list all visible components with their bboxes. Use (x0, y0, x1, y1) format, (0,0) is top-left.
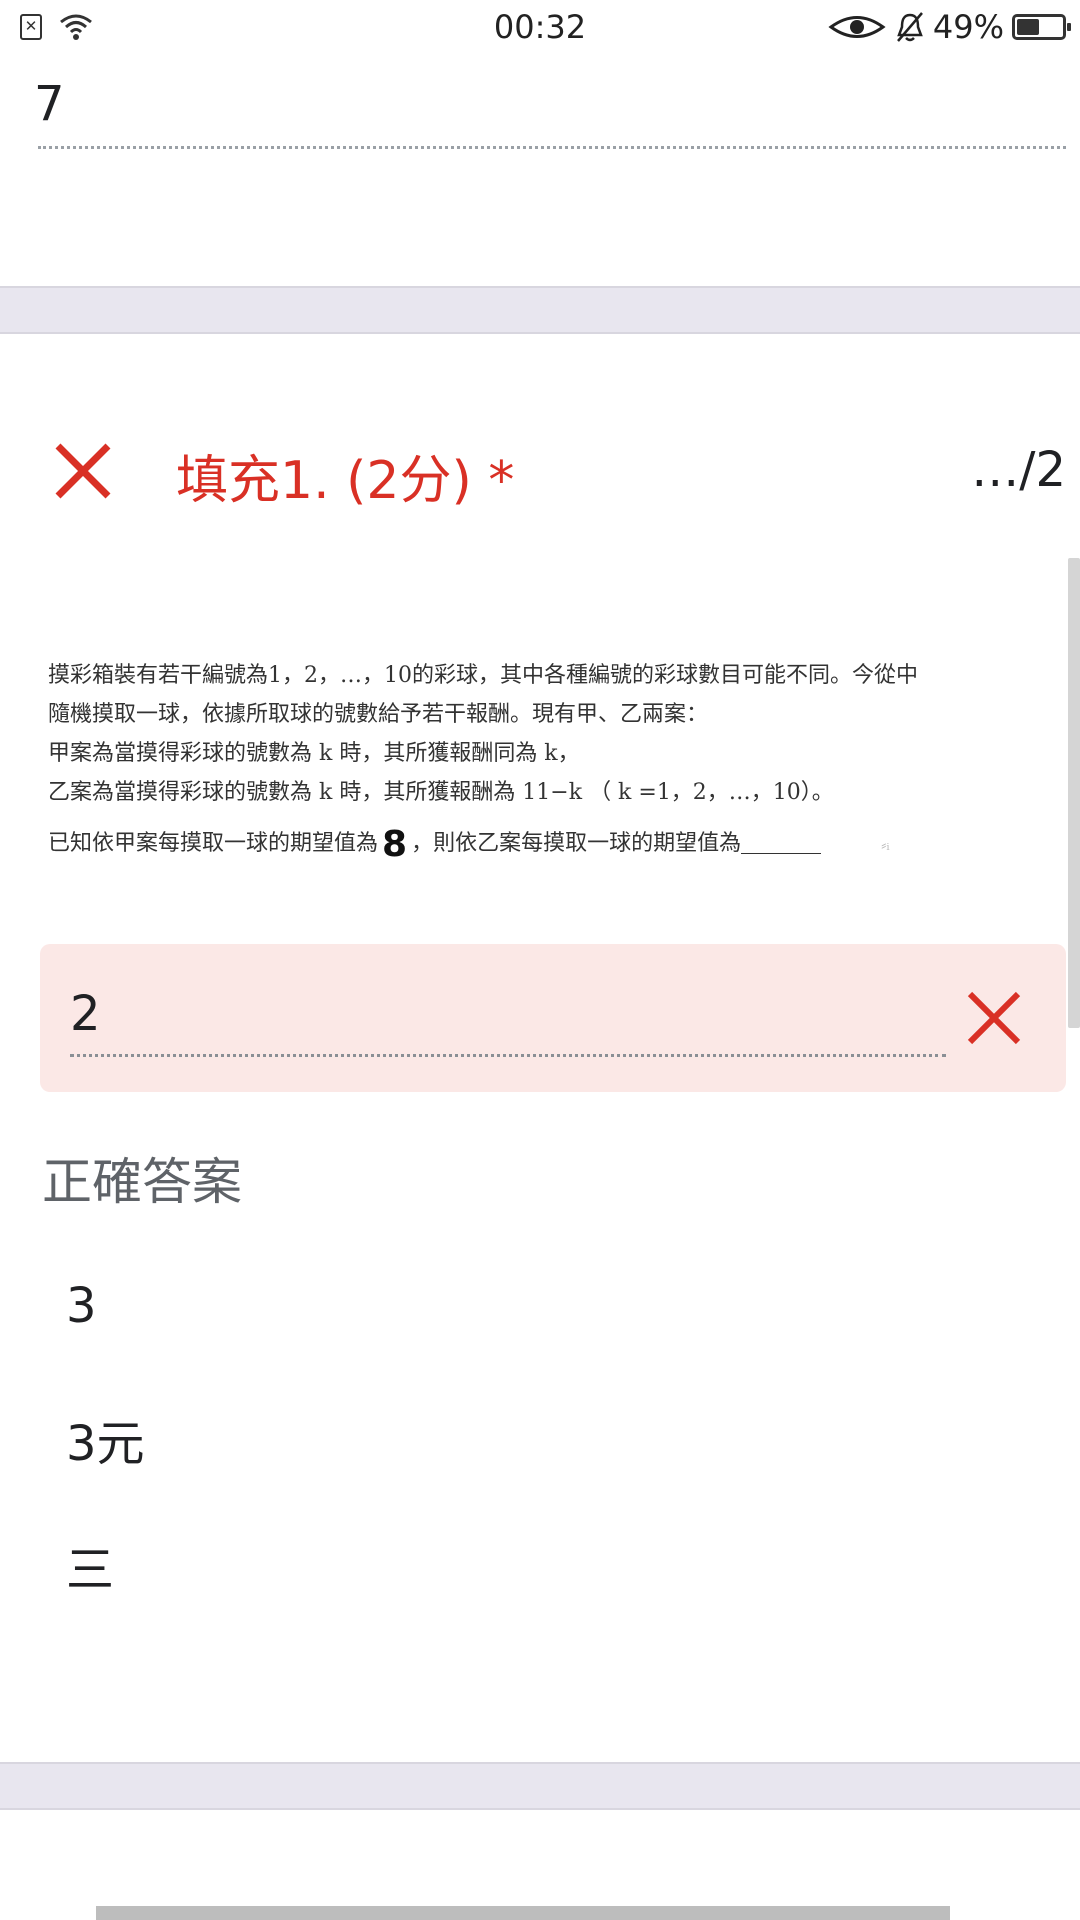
question-line: 摸彩箱裝有若干編號為1，2，…，10的彩球，其中各種編號的彩球數目可能不同。今從… (48, 663, 918, 688)
section-divider (0, 286, 1080, 334)
correct-answer-item: 三 (66, 1542, 115, 1598)
section-divider (0, 1762, 1080, 1810)
question-line: 隨機摸取一球，依據所取球的號數給予若干報酬。現有甲、乙兩案： (48, 702, 709, 727)
correct-answer-item: 3 (66, 1278, 97, 1334)
user-answer-box: 2 (40, 944, 1066, 1092)
previous-answer-underline (38, 146, 1066, 149)
close-icon (967, 991, 1021, 1045)
image-artifact: ⸗ᵢ (881, 835, 890, 854)
question-image: 摸彩箱裝有若干編號為1，2，…，10的彩球，其中各種編號的彩球數目可能不同。今從… (48, 656, 1058, 864)
previous-answer-value: 7 (34, 76, 65, 132)
user-answer-underline (70, 1054, 946, 1057)
close-icon (55, 443, 111, 499)
correct-answer-label: 正確答案 (42, 1153, 242, 1211)
eye-icon (828, 16, 886, 38)
next-question-bar (96, 1906, 950, 1920)
scrollbar[interactable] (1068, 558, 1080, 1028)
correct-answer-item: 3元 (66, 1416, 145, 1472)
question-line: 乙案為當摸得彩球的號數為 k 時，其所獲報酬為 11−k （ k =1，2，…，… (48, 780, 834, 805)
question-text-after: ，則依乙案每摸取一球的期望值為 (411, 831, 742, 856)
battery-icon (1012, 14, 1071, 40)
question-text-before: 已知依甲案每摸取一球的期望值為 (48, 831, 379, 856)
handwritten-value: 8 (382, 824, 408, 865)
question-score: …/2 (971, 442, 1066, 498)
question-line: 已知依甲案每摸取一球的期望值為 8 ，則依乙案每摸取一球的期望值為 ⸗ᵢ (48, 824, 1058, 864)
bell-muted-icon (896, 12, 923, 42)
question-title: 填充1. (2分) * (176, 451, 515, 511)
answer-blank (741, 827, 822, 854)
battery-level-fill (1017, 19, 1039, 35)
question-line: 甲案為當摸得彩球的號數為 k 時，其所獲報酬同為 k， (48, 741, 580, 766)
battery-percent: 49% (932, 8, 1004, 46)
status-bar: ✕ 00:32 49% (0, 0, 1080, 56)
user-answer-value: 2 (70, 986, 101, 1042)
